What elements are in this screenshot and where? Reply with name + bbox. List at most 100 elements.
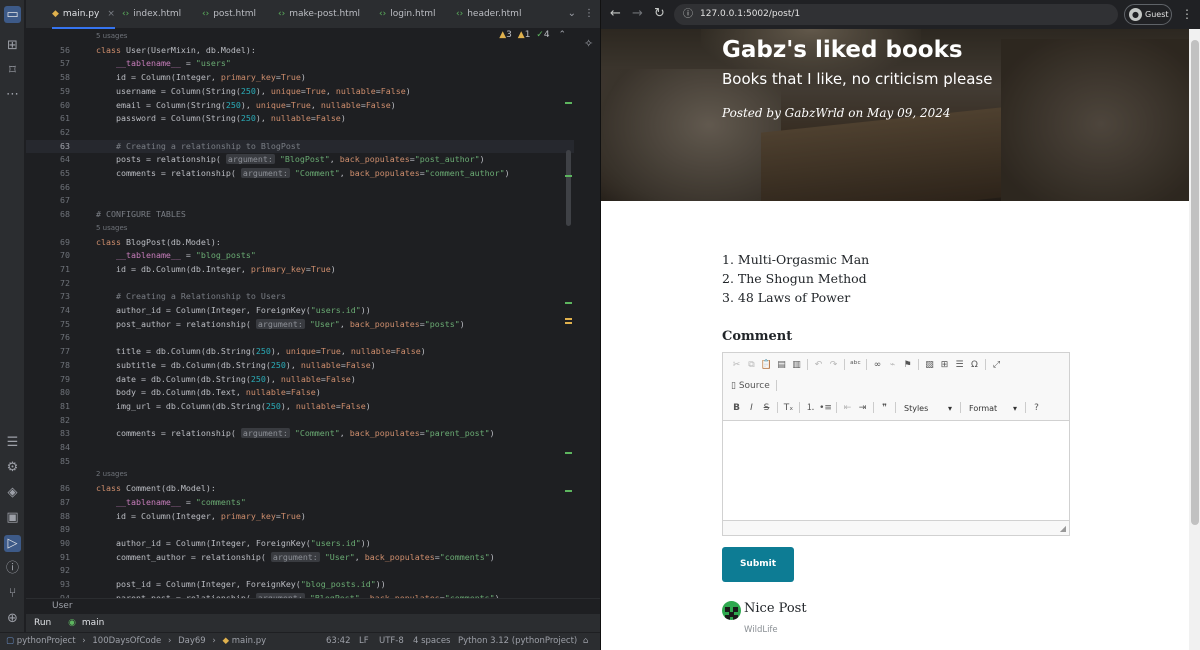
breadcrumb-file[interactable]: main.py [232,636,266,646]
code-line: 58 id = Column(Integer, primary_key=True… [26,71,574,85]
bold-icon[interactable]: B [729,403,744,413]
paste-word-icon[interactable]: ▥ [789,360,804,370]
chevron-down-icon: ▾ [947,404,952,413]
reload-icon[interactable]: ↻ [654,7,665,21]
help-icon[interactable]: ? [1029,403,1044,413]
code-text: img_url = db.Column(db.String(250), null… [96,400,371,411]
page-scrollbar-thumb[interactable] [1191,40,1199,525]
python-file-icon: ◆ [52,9,59,19]
blockquote-icon[interactable]: ❞ [877,403,892,413]
anchor-icon[interactable]: ⚑ [900,360,915,370]
tab-make-post-html[interactable]: ‹› make-post.html [278,0,360,29]
code-line: 69 class BlogPost(db.Model): [26,236,574,250]
editor-menu-icon[interactable]: ⋮ [584,0,594,29]
bookmarks-icon[interactable]: ⌑ [4,62,21,79]
format-dropdown[interactable]: Format ▾ [964,401,1022,414]
strikethrough-icon[interactable]: S [759,403,774,413]
profile-button[interactable]: ● Guest [1124,4,1172,25]
tab-login-html[interactable]: ‹› login.html [379,0,436,29]
maximize-icon[interactable]: ⤢ [989,360,1004,370]
remove-format-icon[interactable]: Tₓ [781,403,796,413]
code-text: __tablename__ = "users" [115,58,231,69]
indent-icon[interactable]: ⇥ [855,403,870,413]
tab-header-html[interactable]: ‹› header.html [456,0,521,29]
layers-icon[interactable]: ◈ [4,484,21,501]
redo-icon[interactable]: ↷ [826,360,841,370]
indent-setting[interactable]: 4 spaces [413,633,450,650]
submit-button[interactable]: Submit [722,547,794,582]
cut-icon[interactable]: ✂ [729,360,744,370]
paste-icon[interactable]: 📋 [759,360,774,370]
file-encoding[interactable]: UTF-8 [379,633,404,650]
todo-icon[interactable]: ☰ [4,434,21,451]
forward-icon[interactable]: → [632,7,643,21]
horizontal-line-icon[interactable]: ☰ [952,360,967,370]
tab-post-html[interactable]: ‹› post.html [202,0,256,29]
browser-menu-icon[interactable]: ⋮ [1181,7,1193,21]
ai-assistant-icon[interactable]: ✧ [584,37,593,50]
source-button[interactable]: Source [739,381,770,391]
run-config-label[interactable]: main [82,618,105,628]
more-tools-icon[interactable]: ⋯ [4,86,21,103]
breadcrumb-project[interactable]: pythonProject [17,636,76,646]
code-line: 77 title = db.Column(db.String(250), uni… [26,345,574,359]
close-tab-icon[interactable]: × [107,9,115,19]
line-number: 77 [60,346,70,357]
unlink-icon[interactable]: ⌁ [885,360,900,370]
paste-text-icon[interactable]: ▤ [774,360,789,370]
numbered-list-icon[interactable]: ⒈ [803,400,818,413]
copy-icon[interactable]: ⧉ [744,360,759,370]
bulleted-list-icon[interactable]: •≡ [818,403,833,413]
tabs-dropdown-icon[interactable]: ⌄ [568,0,576,29]
list-item: 1. Multi-Orgasmic Man [722,252,870,267]
editor-scrollbar[interactable] [566,150,571,226]
code-editor[interactable]: 5 usages 56 class User(UserMixin, db.Model… [26,29,574,598]
source-icon[interactable]: ▯ [731,381,736,391]
services-icon[interactable]: ⊕ [4,610,21,627]
italic-icon[interactable]: I [744,403,759,413]
git-icon[interactable]: ⑂ [4,585,21,602]
site-info-icon[interactable]: ⓘ [683,4,693,25]
code-breadcrumb[interactable]: User [26,598,600,614]
comment-textarea[interactable] [723,420,1069,521]
terminal-icon[interactable]: ▣ [4,509,21,526]
run-tool-icon[interactable]: ▷ [4,535,21,552]
code-text: class BlogPost(db.Model): [96,236,221,247]
usage-hint[interactable]: 5 usages [26,30,574,44]
ide-window: ▭ ⊞ ⌑ ⋯ ☰ ⚙ ◈ ▣ ▷ ⓘ ⑂ ⊕ ◆ main.py × ‹› inde… [0,0,600,650]
line-separator[interactable]: LF [359,633,369,650]
image-icon[interactable]: ▨ [922,360,937,370]
code-text: __tablename__ = "blog_posts" [115,250,256,261]
tab-main-py[interactable]: ◆ main.py × [52,0,115,29]
resize-handle-icon[interactable]: ◢ [1060,524,1066,533]
address-bar[interactable]: ⓘ 127.0.0.1:5002/post/1 [674,4,1118,25]
link-icon[interactable]: ∞ [870,360,885,370]
editor-toolbar-row-1: ✂ ⧉ 📋 ▤ ▥ ↶ ↷ ᵃᵇᶜ ∞ ⌁ ⚑ ▨ ⊞ ☰ Ω ⤢ [729,359,1004,370]
undo-icon[interactable]: ↶ [811,360,826,370]
html-file-icon: ‹› [456,9,464,19]
breadcrumb-folder[interactable]: 100DaysOfCode [92,636,161,646]
python-packages-icon[interactable]: ⚙ [4,459,21,476]
code-line: 91 comment_author = relationship( argume… [26,551,574,565]
caret-position[interactable]: 63:42 [326,633,351,650]
structure-icon[interactable]: ⊞ [4,37,21,54]
run-tab[interactable]: Run [34,618,51,628]
tab-index-html[interactable]: ‹› index.html [122,0,181,29]
interpreter-selector[interactable]: Python 3.12 (pythonProject) [458,633,577,650]
special-char-icon[interactable]: Ω [967,360,982,370]
usage-hint[interactable]: 2 usages [26,468,574,482]
back-icon[interactable]: ← [610,7,621,21]
spellcheck-icon[interactable]: ᵃᵇᶜ [848,360,863,370]
change-mark [565,102,572,104]
code-line: 82 [26,414,574,428]
project-icon[interactable]: ▭ [4,6,21,23]
breadcrumb-folder[interactable]: Day69 [178,636,206,646]
module-icon: ▢ [6,636,15,646]
line-number: 78 [60,359,70,370]
usage-hint[interactable]: 5 usages [26,222,574,236]
problems-icon[interactable]: ⓘ [4,560,21,577]
outdent-icon[interactable]: ⇤ [840,403,855,413]
styles-dropdown[interactable]: Styles ▾ [899,401,957,414]
lock-icon[interactable]: ⌂ [583,633,588,650]
table-icon[interactable]: ⊞ [937,360,952,370]
